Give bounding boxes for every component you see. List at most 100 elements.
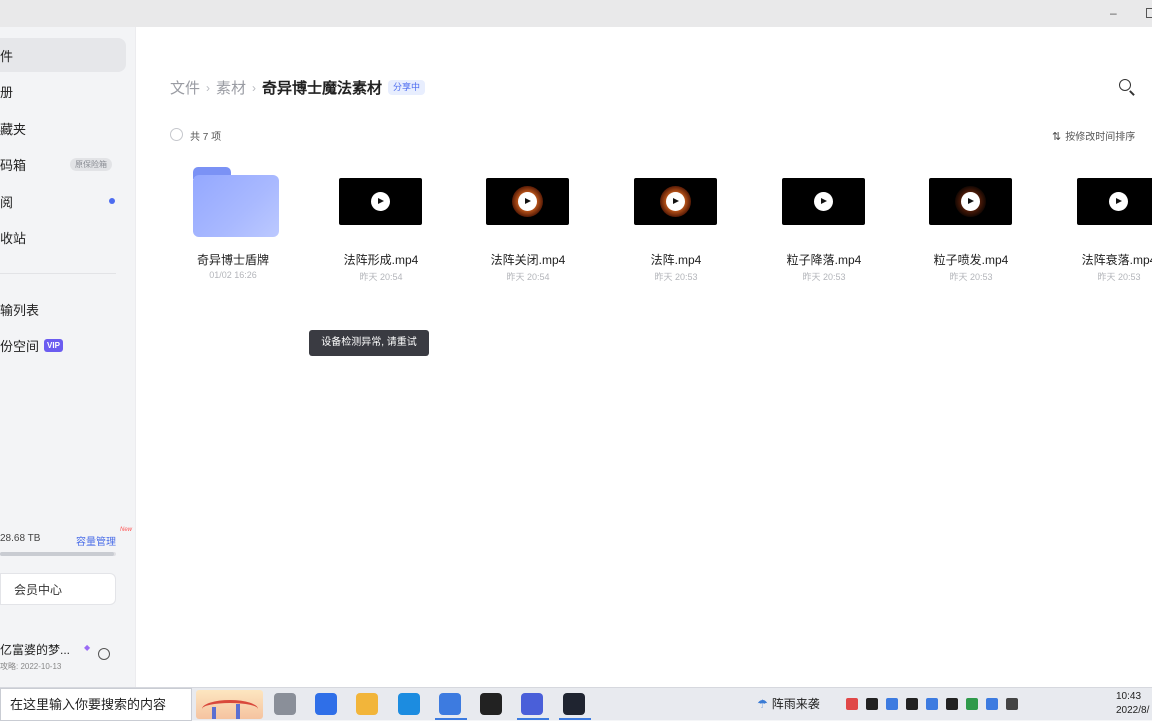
file-name: 奇异博士盾牌 (196, 253, 269, 267)
tray-icon[interactable] (906, 698, 918, 710)
play-icon (666, 192, 685, 211)
sidebar-item-recycle-bin[interactable]: 收站 (0, 220, 126, 254)
file-tile[interactable]: 法阵关闭.mp4 昨天 20:54 (463, 164, 593, 294)
play-icon (371, 192, 390, 211)
file-date: 昨天 20:53 (1097, 272, 1141, 282)
select-all-checkbox[interactable] (170, 128, 183, 141)
file-date: 昨天 20:53 (949, 272, 993, 282)
file-tile[interactable]: 法阵形成.mp4 昨天 20:54 (316, 164, 446, 294)
new-tag: New (119, 527, 132, 533)
file-date: 昨天 20:53 (802, 272, 846, 282)
sidebar-item-files[interactable]: 件 (0, 38, 126, 72)
play-icon (518, 192, 537, 211)
screenshot-tool-icon[interactable] (439, 693, 461, 715)
sort-button[interactable]: ⇅ 按修改时间排序 (1052, 128, 1135, 143)
video-thumbnail (929, 178, 1012, 225)
sidebar-item-label: 份空间 (0, 338, 40, 354)
video-thumbnail (782, 178, 865, 225)
sidebar-item-subscriptions[interactable]: 阅 (0, 184, 126, 218)
title-bar: – (0, 0, 1152, 27)
user-profile[interactable]: 亿富婆的梦... 攻略: 2022-10-13 ◆ (0, 641, 120, 672)
file-name: 法阵.mp4 (650, 253, 702, 267)
gem-icon: ◆ (84, 643, 91, 652)
file-tile[interactable]: 奇异博士盾牌 01/02 16:26 (168, 164, 298, 294)
capacity-manage-link[interactable]: 容量管理 (76, 533, 116, 548)
file-tile[interactable]: 法阵.mp4 昨天 20:53 (611, 164, 741, 294)
video-thumbnail (634, 178, 717, 225)
browser-icon[interactable] (521, 693, 543, 715)
app-c-icon[interactable] (480, 693, 502, 715)
tray-icon[interactable] (926, 698, 938, 710)
breadcrumb: 文件 › 素材 › 奇异博士魔法素材 分享中 (170, 77, 426, 98)
sidebar-item-backup-space[interactable]: 份空间 VIP (0, 328, 126, 362)
tray-icon[interactable] (946, 698, 958, 710)
tray-icon[interactable] (966, 698, 978, 710)
play-icon (814, 192, 833, 211)
share-status-badge: 分享中 (388, 80, 426, 95)
file-tile[interactable]: 粒子喷发.mp4 昨天 20:53 (906, 164, 1036, 294)
netdisk-window: – 件 册 藏夹 码箱 原保险箱 阅 收站 输列表 份空间 VIP 28.68 … (0, 0, 1152, 687)
search-highlight-image[interactable] (196, 690, 263, 719)
tray-icon[interactable] (886, 698, 898, 710)
file-name: 法阵关闭.mp4 (490, 253, 566, 267)
file-date: 昨天 20:53 (654, 272, 698, 282)
main-panel: 文件 › 素材 › 奇异博士魔法素材 分享中 共 7 项 ⇅ 按修改时间排序 奇异… (136, 27, 1152, 687)
taskbar-search-input[interactable]: 在这里输入你要搜索的内容 (0, 688, 192, 721)
clock-date: 2022/8/ (1116, 705, 1150, 716)
search-icon[interactable] (1119, 79, 1131, 91)
sidebar-item-transfers[interactable]: 输列表 (0, 292, 126, 326)
storage-bar (0, 552, 116, 556)
sidebar-item-album[interactable]: 册 (0, 74, 126, 108)
sidebar-item-label: 阅 (0, 194, 14, 210)
vip-badge: VIP (44, 338, 63, 352)
sidebar-item-label: 输列表 (0, 302, 40, 318)
tray-icon[interactable] (986, 698, 998, 710)
system-clock[interactable]: 10:43 2022/8/ (1116, 690, 1149, 718)
sidebar-item-favorites[interactable]: 藏夹 (0, 111, 126, 145)
rain-icon: ☂ (757, 697, 768, 711)
error-toast: 设备检测异常, 请重试 (309, 330, 429, 356)
sidebar-item-label: 码箱 (0, 157, 27, 173)
microphone-icon[interactable] (274, 693, 296, 715)
file-name: 粒子喷发.mp4 (933, 253, 1009, 267)
sort-label: 按修改时间排序 (1065, 132, 1136, 143)
chevron-right-icon: › (252, 80, 257, 95)
unread-dot (109, 198, 115, 204)
breadcrumb-files[interactable]: 文件 (170, 77, 200, 98)
file-tile[interactable]: 法阵衰落.mp4 昨天 20:53 (1054, 164, 1152, 294)
sidebar-divider (0, 273, 116, 274)
play-icon (1109, 192, 1128, 211)
item-count: 共 7 项 (190, 132, 222, 143)
file-date: 昨天 20:54 (359, 272, 403, 282)
weather-widget[interactable]: ☂ 阵雨来袭 (757, 695, 820, 712)
file-explorer-icon[interactable] (356, 693, 378, 715)
weather-label: 阵雨来袭 (771, 697, 820, 711)
file-date: 01/02 16:26 (209, 270, 257, 280)
play-icon (961, 192, 980, 211)
sidebar-item-label: 藏夹 (0, 121, 27, 137)
sidebar-item-vault[interactable]: 码箱 原保险箱 (0, 147, 126, 181)
minimize-button[interactable]: – (1110, 7, 1122, 19)
storage-used: 28.68 TB (0, 533, 41, 544)
capture-icon[interactable] (563, 693, 585, 715)
chevron-right-icon: › (206, 80, 211, 95)
clock-time: 10:43 (1116, 691, 1142, 702)
taskbar: 在这里输入你要搜索的内容 ☂ 阵雨来袭 10:43 2022/8/ (0, 687, 1152, 721)
member-center-button[interactable]: 会员中心 (0, 573, 116, 605)
sync-icon[interactable] (98, 648, 110, 660)
maximize-button[interactable] (1146, 8, 1152, 18)
sidebar-item-label: 册 (0, 84, 14, 100)
sidebar-item-label: 收站 (0, 230, 27, 246)
file-tile[interactable]: 粒子降落.mp4 昨天 20:53 (759, 164, 889, 294)
edge-icon[interactable] (398, 693, 420, 715)
tray-icon[interactable] (846, 698, 858, 710)
baidu-netdisk-icon[interactable] (315, 693, 337, 715)
video-thumbnail (1077, 178, 1152, 225)
file-name: 法阵形成.mp4 (343, 253, 419, 267)
tray-icon[interactable] (866, 698, 878, 710)
breadcrumb-materials[interactable]: 素材 (216, 77, 246, 98)
sidebar-item-label: 件 (0, 48, 14, 64)
file-name: 法阵衰落.mp4 (1081, 253, 1152, 267)
user-subtitle: 攻略: 2022-10-13 (0, 662, 62, 671)
tray-icon[interactable] (1006, 698, 1018, 710)
